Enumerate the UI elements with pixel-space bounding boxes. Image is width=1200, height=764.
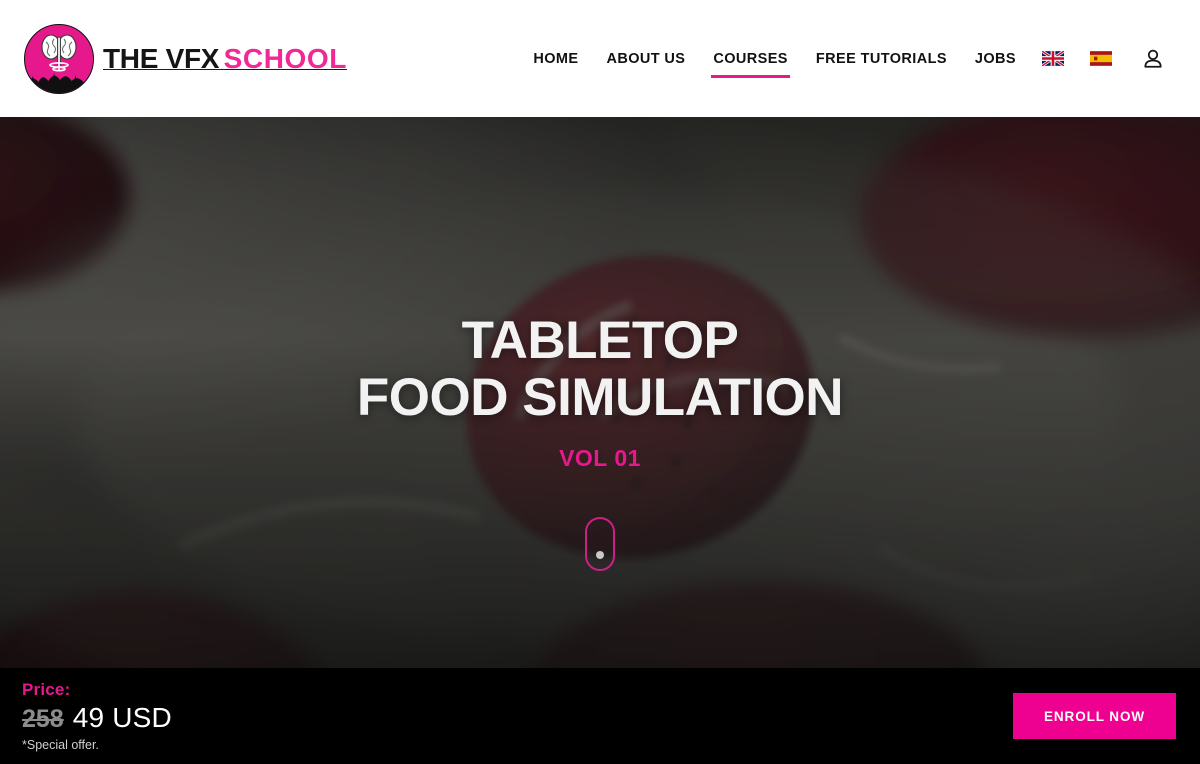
logo-line-one: THE VFX	[103, 42, 220, 74]
scroll-dot	[596, 551, 604, 560]
hero-subtitle: VOL 01	[559, 445, 641, 472]
price-row: 258 49 USD	[22, 701, 172, 733]
flag-spain-icon[interactable]	[1090, 51, 1112, 66]
hero-content: TABLETOP FOOD SIMULATION VOL 01	[0, 117, 1200, 668]
old-price: 258	[22, 704, 64, 733]
hero-title: TABLETOP FOOD SIMULATION	[356, 311, 844, 428]
nav-item-free-tutorials[interactable]: FREE TUTORIALS	[816, 45, 947, 73]
site-logo[interactable]: THE VFX SCHOOL	[24, 0, 347, 117]
hero-section: TABLETOP FOOD SIMULATION VOL 01	[0, 117, 1200, 668]
hero-title-line-one: TABLETOP	[461, 311, 739, 370]
logo-line-two: SCHOOL	[223, 42, 347, 74]
brain-circle-logo-icon	[24, 23, 94, 94]
flag-uk-icon[interactable]	[1042, 51, 1064, 66]
mouse-scroll-icon[interactable]	[585, 517, 615, 572]
enroll-now-button[interactable]: ENROLL NOW	[1013, 693, 1176, 739]
site-header: THE VFX SCHOOL HOME ABOUT US COURSES FRE…	[0, 0, 1200, 117]
price-block: Price: 258 49 USD *Special offer.	[22, 681, 172, 752]
special-offer-note: *Special offer.	[22, 737, 99, 752]
hero-title-line-two: FOOD SIMULATION	[356, 368, 844, 428]
nav-item-courses[interactable]: COURSES	[711, 45, 790, 78]
nav-item-home[interactable]: HOME	[533, 45, 578, 73]
current-price: 49 USD	[72, 701, 172, 733]
main-navigation: HOME ABOUT US COURSES FREE TUTORIALS JOB…	[505, 45, 1164, 78]
user-account-icon[interactable]	[1142, 48, 1164, 70]
nav-item-about-us[interactable]: ABOUT US	[606, 45, 685, 73]
course-landing-page: THE VFX SCHOOL HOME ABOUT US COURSES FRE…	[0, 0, 1200, 764]
nav-item-jobs[interactable]: JOBS	[975, 45, 1016, 73]
price-label: Price:	[22, 679, 71, 699]
price-bar: Price: 258 49 USD *Special offer. ENROLL…	[0, 668, 1200, 764]
logo-wordmark: THE VFX SCHOOL	[103, 42, 347, 74]
